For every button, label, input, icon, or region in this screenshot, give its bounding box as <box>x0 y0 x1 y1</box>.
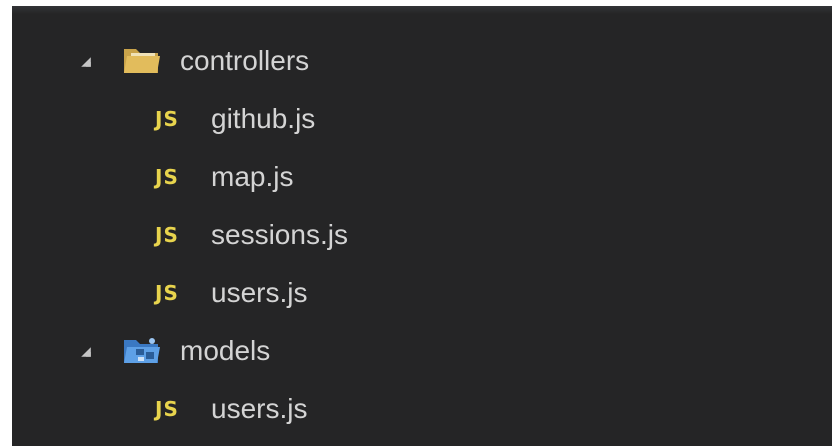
file-row-map[interactable]: JS map.js <box>12 148 832 206</box>
javascript-file-icon: JS <box>155 107 179 131</box>
file-row-models-users[interactable]: JS users.js <box>12 380 832 438</box>
folder-row-controllers[interactable]: controllers <box>12 32 832 90</box>
models-folder-icon <box>124 338 160 363</box>
javascript-file-icon: JS <box>155 223 179 247</box>
folder-label: models <box>180 335 271 366</box>
javascript-file-icon: JS <box>155 165 179 189</box>
file-label: map.js <box>211 161 294 192</box>
javascript-file-icon: JS <box>155 397 179 421</box>
file-row-sessions[interactable]: JS sessions.js <box>12 206 832 264</box>
folder-label: controllers <box>180 45 310 76</box>
file-explorer-panel: controllers JS github.js JS map.js JS se… <box>12 6 832 446</box>
folder-row-models[interactable]: models <box>12 322 832 380</box>
javascript-file-icon: JS <box>155 281 179 305</box>
file-label: users.js <box>211 393 308 424</box>
panel-top-edge <box>12 6 832 14</box>
file-row-github[interactable]: JS github.js <box>12 90 832 148</box>
file-label: users.js <box>211 277 308 308</box>
folder-open-icon <box>124 49 160 73</box>
file-label: sessions.js <box>211 219 348 250</box>
expand-arrow-icon[interactable] <box>81 57 91 67</box>
expand-arrow-icon[interactable] <box>81 347 91 357</box>
screenshot-frame: controllers JS github.js JS map.js JS se… <box>0 0 832 446</box>
file-row-users[interactable]: JS users.js <box>12 264 832 322</box>
file-label: github.js <box>211 103 316 134</box>
